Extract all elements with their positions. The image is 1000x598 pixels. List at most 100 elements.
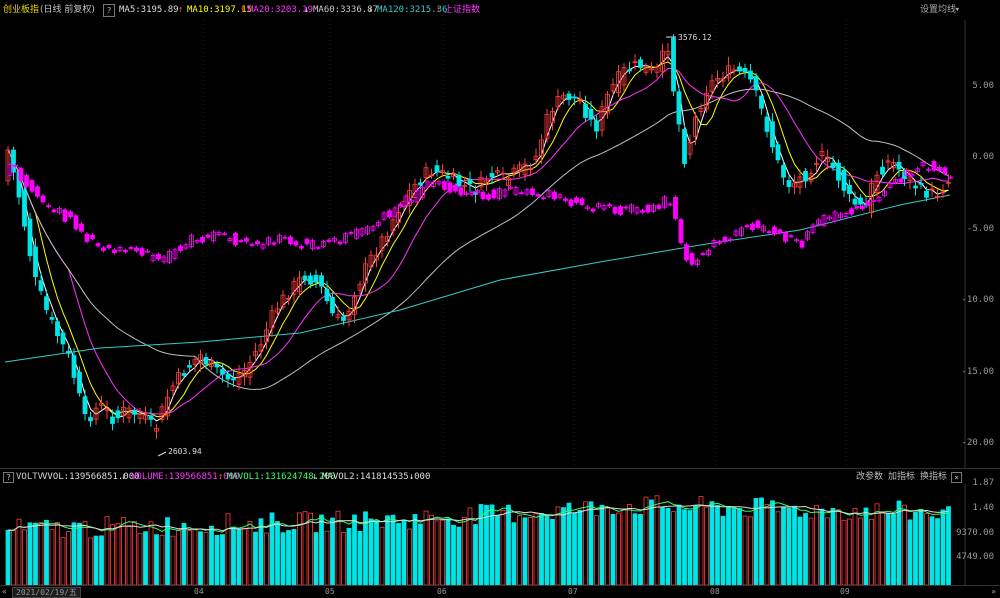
compare-body (458, 187, 464, 196)
volume-chart[interactable] (0, 484, 1000, 585)
ma120-line (4, 194, 951, 363)
compare-body (387, 210, 392, 218)
volume-bar (154, 534, 159, 585)
volume-bar (616, 512, 621, 585)
compare-body (200, 236, 205, 243)
volume-bar (594, 515, 599, 585)
volume-bar (698, 496, 704, 585)
compare-body (750, 223, 755, 231)
volume-bar (192, 528, 198, 585)
scroll-left-icon[interactable]: « (2, 587, 7, 596)
candle-body (187, 365, 192, 368)
volume-bar (253, 531, 258, 585)
volume-arrow-icon: ↑ (218, 472, 224, 482)
volume-bar (825, 517, 830, 585)
volume-bar (412, 514, 418, 585)
volume-bar (753, 498, 759, 585)
change-params-button[interactable]: 改参数 (856, 470, 883, 484)
candle-body (132, 410, 137, 415)
compare-body (689, 253, 695, 265)
candle-body (764, 116, 770, 132)
volume-bar (137, 532, 143, 585)
compare-body (755, 220, 761, 228)
mavol2-arrow-icon: ↓ (409, 472, 415, 482)
candle-body (781, 165, 786, 178)
candle-body (753, 76, 759, 91)
volume-bar (71, 522, 77, 585)
scroll-right-icon[interactable]: » (991, 587, 996, 596)
compare-body (326, 239, 332, 242)
compare-body (645, 204, 651, 213)
volume-bar (654, 495, 660, 585)
candle-body (847, 184, 852, 195)
volume-bar (308, 512, 313, 585)
volume-axis-label: 1.87 (972, 478, 994, 488)
volume-bar (511, 522, 517, 585)
volume-bar (731, 507, 737, 585)
compare-body (744, 225, 750, 227)
compare-body (722, 236, 728, 242)
candle-body (858, 197, 863, 205)
compare-body (255, 241, 260, 245)
volume-bar (803, 513, 808, 585)
compare-body (541, 197, 546, 199)
volume-bar (143, 531, 148, 585)
compare-body (18, 168, 24, 181)
candle-body (841, 169, 847, 191)
compare-body (95, 243, 101, 247)
volume-bar (880, 511, 885, 585)
swap-indicator-button[interactable]: 换指标 (920, 470, 947, 484)
volume-bar (561, 507, 566, 585)
volume-bar (693, 505, 698, 585)
candle-body (489, 173, 495, 178)
volume-bar (770, 500, 775, 585)
candle-body (231, 378, 236, 381)
candle-body (830, 162, 836, 168)
compare-body (563, 198, 568, 201)
volume-indicator-name[interactable]: VOLTV (16, 470, 43, 484)
volume-bar (198, 531, 203, 585)
volume-bar (82, 520, 88, 585)
volume-bar (99, 535, 104, 585)
compare-body (486, 194, 491, 200)
compare-body (568, 199, 574, 207)
volume-bar (401, 519, 407, 585)
compare-body (898, 178, 904, 183)
add-indicator-button[interactable]: 加指标 (888, 470, 915, 484)
compare-body (106, 245, 112, 249)
volume-bar (132, 521, 137, 585)
volume-bar (209, 525, 214, 585)
volume-bar (742, 515, 748, 585)
volume-bar (258, 518, 264, 585)
volume-bar (847, 518, 852, 585)
volume-bar (517, 515, 522, 585)
candle-body (220, 369, 225, 375)
compare-body (453, 185, 458, 192)
compare-body (530, 188, 535, 195)
compare-body (783, 232, 788, 242)
volume-bar (946, 506, 951, 585)
candle-body (319, 275, 324, 287)
volume-bar (170, 535, 176, 585)
volume-bar (781, 506, 786, 585)
candle-body (308, 275, 313, 285)
volume-bar (115, 523, 121, 585)
price-chart[interactable]: 3576.12 2603.94 (0, 0, 1000, 470)
volume-help-button[interactable]: ? (3, 472, 14, 483)
volume-bar (896, 500, 902, 585)
candle-body (71, 355, 77, 378)
candle-body (627, 69, 632, 72)
volume-bar (357, 530, 363, 585)
volume-bar (27, 522, 33, 585)
candle-body (896, 161, 902, 170)
volume-bar (528, 517, 533, 585)
compare-body (271, 242, 277, 245)
volume-bar (533, 513, 539, 585)
volume-bar (566, 502, 572, 585)
compare-body (101, 247, 106, 251)
volume-bar (264, 532, 269, 585)
compare-body (860, 205, 865, 209)
candle-body (330, 297, 335, 314)
volume-bar (434, 520, 440, 585)
compare-body (73, 215, 79, 230)
